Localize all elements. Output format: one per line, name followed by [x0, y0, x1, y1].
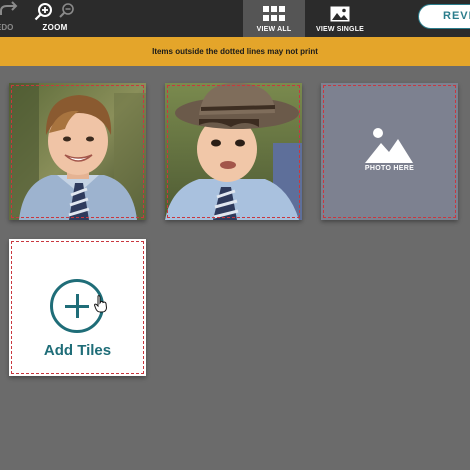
review-button[interactable]: REVIE: [418, 4, 470, 29]
photo-tile-1[interactable]: [9, 83, 146, 220]
photo-here-label: PHOTO HERE: [364, 165, 415, 172]
photo-boy-smiling: [9, 83, 146, 220]
top-toolbar: EDO ZOOM VIEW ALL: [0, 0, 470, 37]
zoom-out-icon[interactable]: [58, 2, 76, 20]
add-tiles-button[interactable]: Add Tiles: [9, 239, 146, 376]
zoom-label: ZOOM: [42, 23, 68, 32]
redo-icon: [0, 1, 18, 15]
tab-view-all-label: VIEW ALL: [256, 26, 292, 33]
photo-placeholder-tile[interactable]: PHOTO HERE: [321, 83, 458, 220]
hand-cursor-icon: [94, 295, 108, 313]
photo-tile-2[interactable]: [165, 83, 302, 220]
zoom-control: ZOOM: [32, 0, 78, 37]
tab-view-single-label: VIEW SINGLE: [315, 26, 365, 33]
redo-button[interactable]: EDO: [0, 0, 22, 37]
tab-view-single[interactable]: VIEW SINGLE: [305, 0, 375, 37]
image-icon: [330, 6, 350, 22]
add-tiles-label: Add Tiles: [43, 342, 112, 359]
redo-label: EDO: [0, 23, 14, 32]
grid-icon: [263, 6, 285, 21]
mountain-sun-icon: [365, 128, 413, 163]
zoom-in-icon[interactable]: [34, 2, 54, 22]
photo-boy-hat: [165, 83, 302, 220]
tab-view-all[interactable]: VIEW ALL: [243, 0, 305, 37]
print-warning-banner: Items outside the dotted lines may not p…: [0, 37, 470, 66]
